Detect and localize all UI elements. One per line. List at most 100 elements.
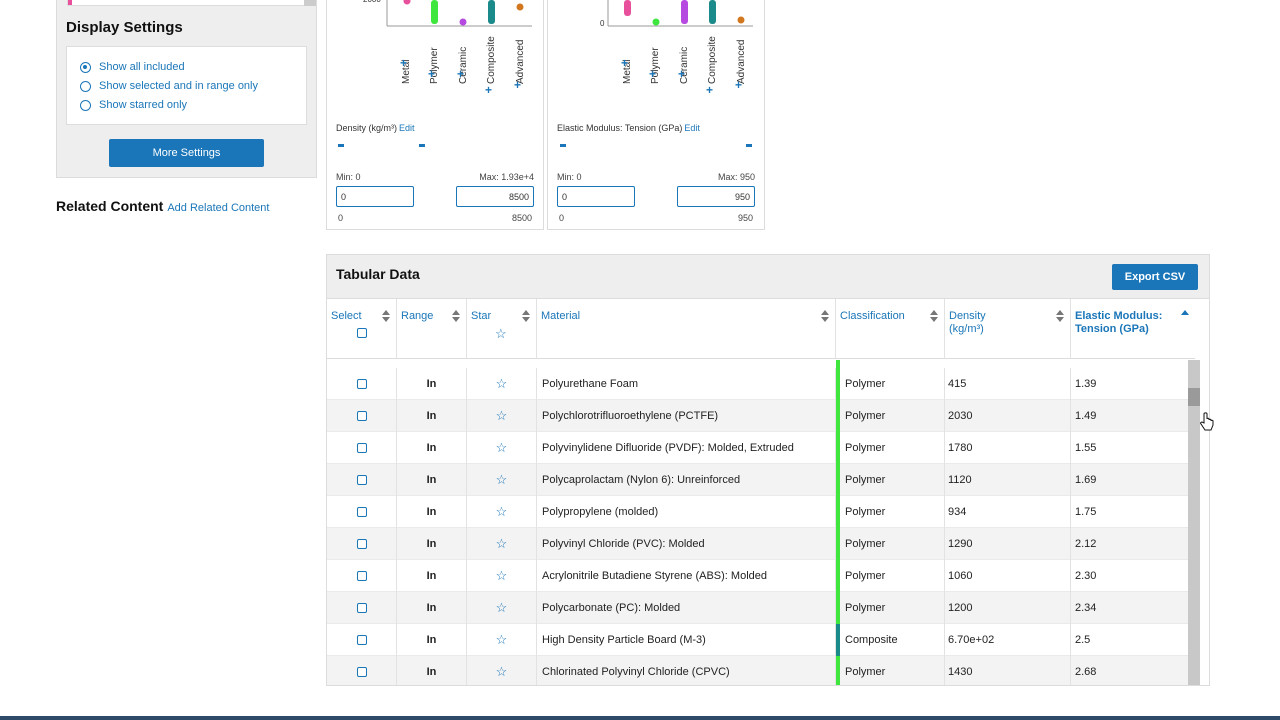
table-row[interactable]: In ☆ Acrylonitrile Butadiene Styrene (ABS)… [327,560,1195,592]
radio-show-selected[interactable] [80,80,91,92]
modulus-range-slider[interactable] [548,143,766,147]
more-settings-button[interactable]: More Settings [109,139,264,167]
metal-points[interactable] [624,0,631,16]
star-icon[interactable]: ☆ [467,656,537,685]
row-select-checkbox[interactable] [356,507,367,517]
advanced-point[interactable] [516,3,524,11]
add-category-icon[interactable]: + [706,83,713,97]
table-scrollbar[interactable] [1188,360,1200,685]
row-select-checkbox[interactable] [356,635,367,645]
option-show-selected-in-range[interactable]: Show selected and in range only [80,80,258,92]
add-category-icon[interactable]: + [400,56,407,70]
table-row[interactable]: In ☆ Polyurethane Foam Polymer 415 1.39 [327,368,1195,400]
edit-modulus-link[interactable]: Edit [684,123,700,133]
table-row[interactable]: In ☆ Polypropylene (molded) Polymer 934 1.75 [327,496,1195,528]
radio-show-starred[interactable] [80,99,91,111]
row-select-checkbox[interactable] [356,539,367,549]
polymer-points[interactable] [431,0,438,24]
material-cell[interactable]: Polyvinylidene Difluoride (PVDF): Molded… [537,432,836,464]
export-csv-button[interactable]: Export CSV [1112,264,1198,290]
edit-density-link[interactable]: Edit [399,123,415,133]
slider-max-handle[interactable] [746,144,752,147]
sort-icon[interactable] [522,310,530,322]
ceramic-points[interactable] [681,0,688,24]
column-header-modulus[interactable]: Elastic Modulus: Tension (GPa) [1071,299,1195,359]
column-header-star[interactable]: Star ☆ [467,299,537,359]
material-cell[interactable]: Polyvinyl Chloride (PVC): Molded [537,528,836,560]
modulus-min-input[interactable]: 0 [557,186,635,207]
select-all-checkbox[interactable] [357,328,367,338]
add-category-icon[interactable]: + [514,78,521,92]
material-cell[interactable]: Polypropylene (molded) [537,496,836,528]
polymer-point[interactable] [652,18,660,26]
composite-points[interactable] [709,0,716,24]
star-icon[interactable]: ☆ [467,400,537,432]
row-select-checkbox[interactable] [356,667,367,677]
row-select-checkbox[interactable] [356,411,367,421]
metal-point[interactable] [403,0,411,5]
star-icon[interactable]: ☆ [467,528,537,560]
row-select-checkbox[interactable] [356,603,367,613]
star-icon[interactable]: ☆ [467,592,537,624]
material-cell[interactable]: Chlorinated Polyvinyl Chloride (CPVC) [537,656,836,685]
density-max-input[interactable]: 8500 [456,186,534,207]
sort-icon[interactable] [382,310,390,322]
table-row[interactable]: In ☆ Polycarbonate (PC): Molded Polymer 1200… [327,592,1195,624]
slider-min-handle[interactable] [560,144,566,147]
material-cell[interactable]: Polychlorotrifluoroethylene (PCTFE) [537,400,836,432]
star-icon[interactable]: ☆ [467,432,537,464]
option-show-all[interactable]: Show all included [80,61,185,73]
density-min-input[interactable]: 0 [336,186,414,207]
sort-icon[interactable] [821,310,829,322]
star-icon[interactable]: ☆ [467,368,537,400]
add-related-content-link[interactable]: Add Related Content [167,202,269,214]
modulus-max-input[interactable]: 950 [677,186,755,207]
sort-desc-icon[interactable] [1181,310,1189,322]
ceramic-point[interactable] [459,18,467,26]
table-row[interactable]: In ☆ Polyvinylidene Difluoride (PVDF): Mol… [327,432,1195,464]
add-category-icon[interactable]: + [649,67,656,81]
legend-scrollbar[interactable] [304,0,316,6]
table-row[interactable]: In ☆ Polycaprolactam (Nylon 6): Unreinforc… [327,464,1195,496]
star-all-icon[interactable]: ☆ [495,326,507,342]
add-category-icon[interactable]: + [428,67,435,81]
add-category-icon[interactable]: + [678,67,685,81]
star-icon[interactable]: ☆ [467,496,537,528]
material-cell[interactable]: Acrylonitrile Butadiene Styrene (ABS): M… [537,560,836,592]
column-header-classification[interactable]: Classification [836,299,945,359]
slider-min-handle[interactable] [338,144,344,147]
density-range-slider[interactable] [327,143,545,147]
row-select-checkbox[interactable] [356,379,367,389]
row-select-checkbox[interactable] [356,443,367,453]
star-icon[interactable]: ☆ [467,560,537,592]
material-cell[interactable]: Polycaprolactam (Nylon 6): Unreinforced [537,464,836,496]
composite-points[interactable] [488,0,495,24]
sort-icon[interactable] [930,310,938,322]
table-scrollbar-thumb[interactable] [1188,388,1200,406]
material-cell[interactable]: Polycarbonate (PC): Molded [537,592,836,624]
material-cell[interactable]: Polyurethane Foam [537,368,836,400]
slider-max-handle[interactable] [418,144,425,147]
sort-icon[interactable] [1056,310,1064,322]
option-show-starred[interactable]: Show starred only [80,99,187,111]
table-row[interactable]: In ☆ Polychlorotrifluoroethylene (PCTFE) Po… [327,400,1195,432]
table-row[interactable]: In ☆ High Density Particle Board (M-3) Comp… [327,624,1195,656]
column-header-density[interactable]: Density (kg/m³) [945,299,1071,359]
add-category-icon[interactable]: + [621,56,628,70]
table-row[interactable]: In ☆ Chlorinated Polyvinyl Chloride (CPVC)… [327,656,1195,685]
row-select-checkbox[interactable] [356,571,367,581]
sort-icon[interactable] [452,310,460,322]
advanced-point[interactable] [737,16,745,24]
star-icon[interactable]: ☆ [467,624,537,656]
row-select-checkbox[interactable] [356,475,367,485]
radio-show-all[interactable] [80,61,91,73]
add-category-icon[interactable]: + [485,83,492,97]
column-header-range[interactable]: Range [397,299,467,359]
add-category-icon[interactable]: + [735,78,742,92]
star-icon[interactable]: ☆ [467,464,537,496]
material-cell[interactable]: High Density Particle Board (M-3) [537,624,836,656]
add-category-icon[interactable]: + [457,67,464,81]
table-row[interactable]: In ☆ Polyvinyl Chloride (PVC): Molded Polym… [327,528,1195,560]
column-header-select[interactable]: Select [327,299,397,359]
column-header-material[interactable]: Material [537,299,836,359]
